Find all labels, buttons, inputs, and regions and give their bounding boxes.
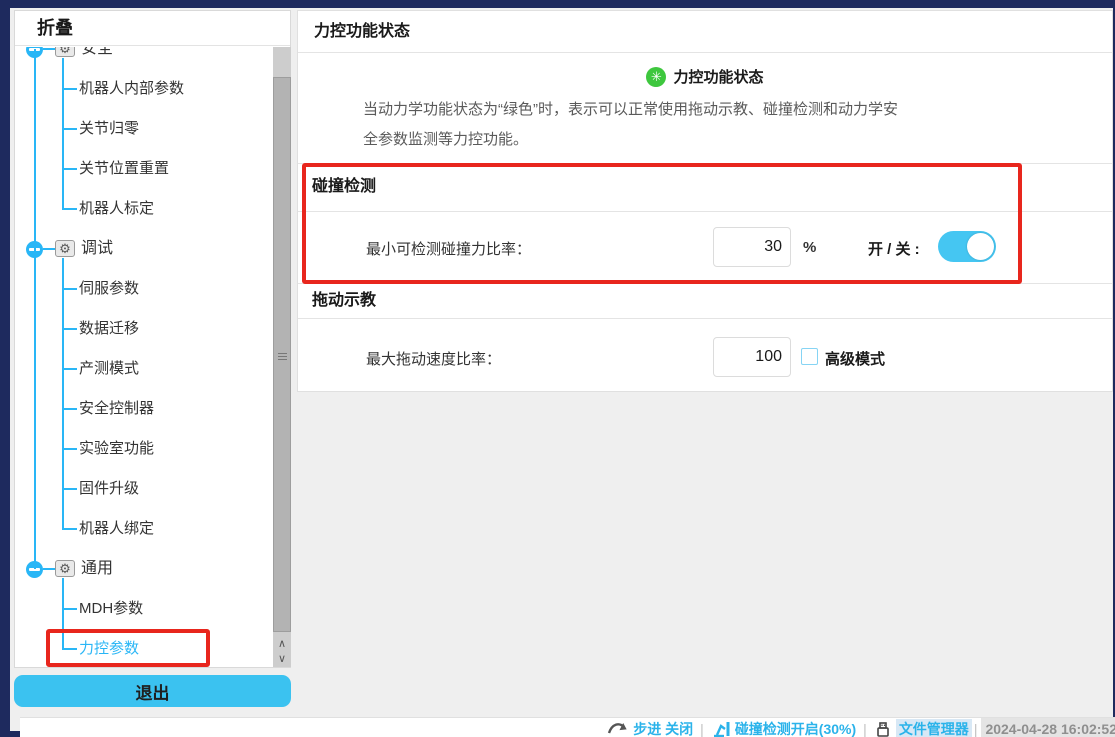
sidebar-item-1-6[interactable]: 机器人绑定 xyxy=(79,518,154,540)
drag-speed-input[interactable] xyxy=(713,337,791,377)
tree-branch-line xyxy=(62,578,64,650)
app-window: 折叠 ⚙ 安全机器人内部参数关节归零关节位置重置机器人标定 ⚙ 调试伺服参数数据迁移产… xyxy=(0,0,1115,737)
sidebar-group-1[interactable]: 调试 xyxy=(81,238,113,260)
sidebar-group-2[interactable]: 通用 xyxy=(81,558,113,580)
status-heading-label: 力控功能状态 xyxy=(673,66,763,87)
sidebar-scrollbar-thumb[interactable] xyxy=(273,77,291,632)
status-description: 当动力学功能状态为“绿色”时，表示可以正常使用拖动示教、碰撞检测和动力学安 全参… xyxy=(363,95,1047,155)
status-heading: ✳ 力控功能状态 xyxy=(298,66,1112,87)
scroll-down-button[interactable]: ∨ xyxy=(273,653,291,667)
sidebar-collapse-header[interactable]: 折叠 xyxy=(15,11,290,46)
step-status[interactable]: 步进 关闭 xyxy=(607,719,693,737)
sidebar-item-0-1[interactable]: 关节归零 xyxy=(79,118,139,140)
collision-status-label: 碰撞检测开启(30%) xyxy=(735,719,856,737)
statusbar-separator: | xyxy=(863,721,867,737)
collision-ratio-input[interactable] xyxy=(713,227,791,267)
sidebar-item-1-1[interactable]: 数据迁移 xyxy=(79,318,139,340)
force-control-panel: 力控功能状态 ✳ 力控功能状态 当动力学功能状态为“绿色”时，表示可以正常使用拖… xyxy=(297,10,1113,392)
collision-robot-icon xyxy=(711,720,731,737)
usb-drive-icon xyxy=(874,720,892,737)
drag-speed-label: 最大拖动速度比率： xyxy=(366,348,501,369)
tree-connector-line xyxy=(43,248,55,250)
file-manager-label: 文件管理器 xyxy=(896,719,972,737)
step-status-label: 步进 关闭 xyxy=(633,719,693,737)
scroll-up-button[interactable]: ∧ xyxy=(273,638,291,652)
tree-connector-line xyxy=(62,488,77,490)
sidebar-item-1-2[interactable]: 产测模式 xyxy=(79,358,139,380)
step-arrow-icon xyxy=(607,720,629,737)
tree-connector-line xyxy=(62,368,77,370)
panel-title: 力控功能状态 xyxy=(298,11,1112,53)
clock-timestamp: 2024-04-28 16:02:52 xyxy=(981,718,1115,737)
file-manager[interactable]: 文件管理器 xyxy=(874,719,972,737)
sidebar-item-1-5[interactable]: 固件升级 xyxy=(79,478,139,500)
status-section: ✳ 力控功能状态 当动力学功能状态为“绿色”时，表示可以正常使用拖动示教、碰撞检… xyxy=(298,53,1112,164)
sidebar-item-1-4[interactable]: 实验室功能 xyxy=(79,438,154,460)
tree-connector-line xyxy=(43,568,55,570)
collision-status[interactable]: 碰撞检测开启(30%) xyxy=(711,719,856,737)
tree-connector-line xyxy=(62,328,77,330)
sidebar-item-0-3[interactable]: 机器人标定 xyxy=(79,198,154,220)
tree-connector-line xyxy=(62,208,77,210)
collision-section-header: 碰撞检测 xyxy=(298,164,1112,212)
sidebar-group-0[interactable]: 安全 xyxy=(81,47,113,60)
sidebar-item-2-1[interactable]: 力控参数 xyxy=(79,638,139,660)
tree-connector-line xyxy=(62,168,77,170)
gear-icon: ⚙ xyxy=(55,560,75,577)
chevron-down-icon: ∨ xyxy=(278,653,286,665)
sidebar-item-0-0[interactable]: 机器人内部参数 xyxy=(79,78,184,100)
statusbar-separator: | xyxy=(700,721,704,737)
tree-connector-line xyxy=(62,608,77,610)
tree-connector-line xyxy=(62,288,77,290)
tree-connector-line xyxy=(62,408,77,410)
tree-branch-line xyxy=(62,58,64,210)
on-off-label: 开 / 关 : xyxy=(868,238,920,259)
sidebar: 折叠 ⚙ 安全机器人内部参数关节归零关节位置重置机器人标定 ⚙ 调试伺服参数数据迁移产… xyxy=(14,10,291,668)
status-bar: 步进 关闭 | 碰撞检测开启(30%) | 文件管理器 xyxy=(20,717,1115,737)
status-description-line1: 当动力学功能状态为“绿色”时，表示可以正常使用拖动示教、碰撞检测和动力学安 xyxy=(363,101,898,118)
statusbar-separator: | xyxy=(974,721,978,737)
sidebar-tree: ⚙ 安全机器人内部参数关节归零关节位置重置机器人标定 ⚙ 调试伺服参数数据迁移产测模式… xyxy=(15,47,271,667)
collision-ratio-label: 最小可检测碰撞力比率： xyxy=(366,238,531,259)
sidebar-item-2-0[interactable]: MDH参数 xyxy=(79,598,143,620)
tree-connector-line xyxy=(62,448,77,450)
drag-section-header: 拖动示教 xyxy=(298,283,1112,319)
exit-button[interactable]: 退出 xyxy=(14,675,291,707)
scrollbar-grip-icon xyxy=(278,353,287,360)
advanced-mode-label: 高级模式 xyxy=(825,348,885,369)
percent-unit-label: % xyxy=(803,239,816,256)
app-background: 折叠 ⚙ 安全机器人内部参数关节归零关节位置重置机器人标定 ⚙ 调试伺服参数数据迁移产… xyxy=(10,8,1113,731)
tree-connector-line xyxy=(62,648,77,650)
status-description-line2: 全参数监测等力控功能。 xyxy=(363,131,528,148)
sidebar-item-1-0[interactable]: 伺服参数 xyxy=(79,278,139,300)
gear-icon: ⚙ xyxy=(55,47,75,57)
chevron-up-icon: ∧ xyxy=(278,638,286,650)
sidebar-item-1-3[interactable]: 安全控制器 xyxy=(79,398,154,420)
tree-connector-line xyxy=(62,528,77,530)
tree-trunk-line xyxy=(34,49,36,569)
toggle-knob xyxy=(967,233,994,260)
collision-toggle-switch[interactable] xyxy=(938,231,996,262)
sidebar-item-0-2[interactable]: 关节位置重置 xyxy=(79,158,169,180)
tree-connector-line xyxy=(43,48,55,50)
tree-connector-line xyxy=(62,128,77,130)
status-ok-icon: ✳ xyxy=(646,67,666,87)
advanced-mode-checkbox[interactable] xyxy=(801,348,818,365)
tree-connector-line xyxy=(62,88,77,90)
gear-icon: ⚙ xyxy=(55,240,75,257)
